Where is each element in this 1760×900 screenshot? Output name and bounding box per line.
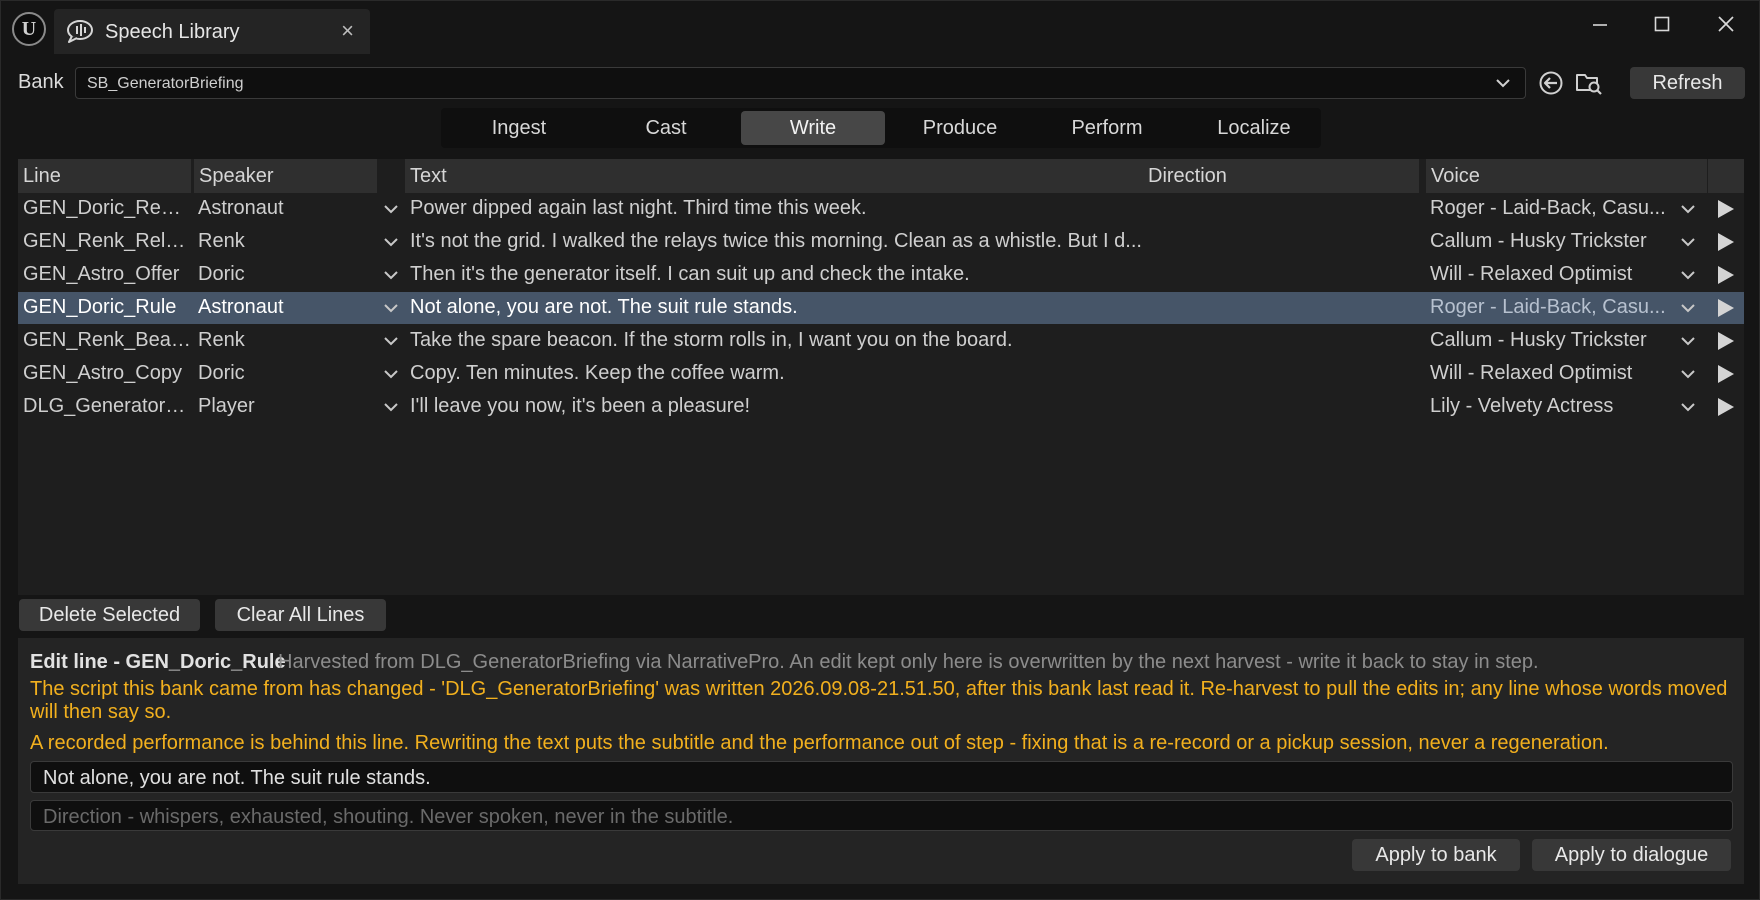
cell-text: Take the spare beacon. If the storm roll… xyxy=(410,329,1013,351)
chevron-down-icon[interactable] xyxy=(383,400,399,414)
play-icon[interactable] xyxy=(1715,397,1735,417)
performance-warning: A recorded performance is behind this li… xyxy=(30,732,1609,754)
cell-voice[interactable]: Callum - Husky Trickster xyxy=(1430,329,1668,352)
cell-line: GEN_Doric_Report xyxy=(23,197,191,219)
cell-speaker[interactable]: Renk xyxy=(198,329,348,352)
cell-line: GEN_Renk_Relays xyxy=(23,230,191,252)
chevron-down-icon[interactable] xyxy=(1680,400,1696,414)
tab-localize[interactable]: Localize xyxy=(1182,111,1326,145)
use-selected-asset-icon[interactable] xyxy=(1535,67,1567,99)
tab-cast[interactable]: Cast xyxy=(594,111,738,145)
tab-produce[interactable]: Produce xyxy=(888,111,1032,145)
cell-line: DLG_GeneratorBr... xyxy=(23,395,191,417)
cell-voice[interactable]: Roger - Laid-Back, Casu... xyxy=(1430,197,1668,220)
chevron-down-icon[interactable] xyxy=(383,334,399,348)
refresh-button[interactable]: Refresh xyxy=(1630,67,1745,99)
cell-voice[interactable]: Will - Relaxed Optimist xyxy=(1430,263,1668,286)
script-changed-warning: The script this bank came from has chang… xyxy=(30,678,1728,723)
apply-to-dialogue-button[interactable]: Apply to dialogue xyxy=(1532,839,1731,871)
table-row[interactable]: GEN_Doric_Report Astronaut Power dipped ag… xyxy=(18,193,1744,225)
column-header-direction[interactable]: Direction xyxy=(1143,159,1419,193)
line-text-input[interactable]: Not alone, you are not. The suit rule st… xyxy=(30,761,1733,793)
table-row[interactable]: GEN_Astro_Offer Doric Then it's the genera… xyxy=(18,259,1744,291)
window-close-icon[interactable] xyxy=(1701,7,1751,41)
delete-selected-button[interactable]: Delete Selected xyxy=(19,599,200,631)
cell-speaker[interactable]: Player xyxy=(198,395,348,418)
browse-folder-icon[interactable] xyxy=(1573,67,1605,99)
chevron-down-icon[interactable] xyxy=(1680,301,1696,315)
column-header-play xyxy=(1708,159,1744,193)
document-tab[interactable]: Speech Library × xyxy=(54,9,370,54)
mode-tabs: Ingest Cast Write Produce Perform Locali… xyxy=(441,108,1321,148)
bank-dropdown[interactable]: SB_GeneratorBriefing xyxy=(75,67,1526,99)
play-icon[interactable] xyxy=(1715,199,1735,219)
column-header-speaker[interactable]: Speaker xyxy=(194,159,377,193)
unreal-logo-icon[interactable]: U xyxy=(12,12,46,46)
column-header-voice[interactable]: Voice xyxy=(1426,159,1707,193)
minimize-icon[interactable] xyxy=(1575,7,1625,41)
tab-title: Speech Library xyxy=(105,21,240,43)
tab-ingest[interactable]: Ingest xyxy=(447,111,591,145)
clear-all-lines-button[interactable]: Clear All Lines xyxy=(215,599,386,631)
cell-voice[interactable]: Will - Relaxed Optimist xyxy=(1430,362,1668,385)
play-icon[interactable] xyxy=(1715,364,1735,384)
table-row[interactable]: GEN_Renk_Beacon Renk Take the spare beacon… xyxy=(18,325,1744,357)
speech-bubble-icon xyxy=(67,20,93,43)
cell-text: Power dipped again last night. Third tim… xyxy=(410,197,867,219)
title-bar: U Speech Library × xyxy=(1,1,1759,57)
column-header-text[interactable]: Text xyxy=(405,159,1158,193)
cell-voice[interactable]: Roger - Laid-Back, Casu... xyxy=(1430,296,1668,319)
cell-speaker[interactable]: Renk xyxy=(198,230,348,253)
cell-text: Copy. Ten minutes. Keep the coffee warm. xyxy=(410,362,785,384)
cell-line: GEN_Renk_Beacon xyxy=(23,329,191,351)
edit-line-title: Edit line - GEN_Doric_Rule xyxy=(30,651,286,673)
cell-line: GEN_Astro_Offer xyxy=(23,263,180,285)
chevron-down-icon[interactable] xyxy=(1680,334,1696,348)
chevron-down-icon[interactable] xyxy=(383,268,399,282)
cell-text: Not alone, you are not. The suit rule st… xyxy=(410,296,798,318)
cell-voice[interactable]: Callum - Husky Trickster xyxy=(1430,230,1668,253)
chevron-down-icon[interactable] xyxy=(383,202,399,216)
table-row[interactable]: GEN_Doric_Rule Astronaut Not alone, you ar… xyxy=(18,292,1744,324)
tab-perform[interactable]: Perform xyxy=(1035,111,1179,145)
cell-speaker[interactable]: Astronaut xyxy=(198,296,348,319)
table-row[interactable]: DLG_GeneratorBr... Player I'll leave you n… xyxy=(18,391,1744,423)
chevron-down-icon[interactable] xyxy=(1680,202,1696,216)
tab-close-icon[interactable]: × xyxy=(341,18,354,44)
table-row[interactable]: GEN_Renk_Relays Renk It's not the grid. I … xyxy=(18,226,1744,258)
cell-text: I'll leave you now, it's been a pleasure… xyxy=(410,395,751,417)
speech-library-window: U Speech Library × Bank SB_GeneratorBrie… xyxy=(0,0,1760,900)
direction-input[interactable]: Direction - whispers, exhausted, shoutin… xyxy=(30,800,1733,831)
cell-line: GEN_Doric_Rule xyxy=(23,296,177,318)
cell-voice[interactable]: Lily - Velvety Actress xyxy=(1430,395,1668,418)
chevron-down-icon[interactable] xyxy=(1680,268,1696,282)
chevron-down-icon[interactable] xyxy=(383,235,399,249)
cell-speaker[interactable]: Astronaut xyxy=(198,197,348,220)
play-icon[interactable] xyxy=(1715,331,1735,351)
play-icon[interactable] xyxy=(1715,298,1735,318)
tab-write[interactable]: Write xyxy=(741,111,885,145)
maximize-icon[interactable] xyxy=(1637,7,1687,41)
bank-label: Bank xyxy=(18,71,64,93)
apply-to-bank-button[interactable]: Apply to bank xyxy=(1352,839,1520,871)
cell-line: GEN_Astro_Copy xyxy=(23,362,182,384)
chevron-down-icon[interactable] xyxy=(1680,235,1696,249)
chevron-down-icon[interactable] xyxy=(1680,367,1696,381)
chevron-down-icon[interactable] xyxy=(383,367,399,381)
cell-speaker[interactable]: Doric xyxy=(198,362,348,385)
cell-speaker[interactable]: Doric xyxy=(198,263,348,286)
chevron-down-icon xyxy=(1496,79,1510,88)
column-header-line[interactable]: Line xyxy=(18,159,191,193)
cell-text: Then it's the generator itself. I can su… xyxy=(410,263,970,285)
lines-table: Line Speaker Text Direction Voice GEN_Do… xyxy=(18,159,1744,595)
play-icon[interactable] xyxy=(1715,232,1735,252)
table-header: Line Speaker Text Direction Voice xyxy=(18,159,1744,193)
chevron-down-icon[interactable] xyxy=(383,301,399,315)
cell-text: It's not the grid. I walked the relays t… xyxy=(410,230,1142,252)
harvest-note: Harvested from DLG_GeneratorBriefing via… xyxy=(278,651,1539,673)
table-row[interactable]: GEN_Astro_Copy Doric Copy. Ten minutes. Ke… xyxy=(18,358,1744,390)
play-icon[interactable] xyxy=(1715,265,1735,285)
bank-value: SB_GeneratorBriefing xyxy=(87,75,244,92)
